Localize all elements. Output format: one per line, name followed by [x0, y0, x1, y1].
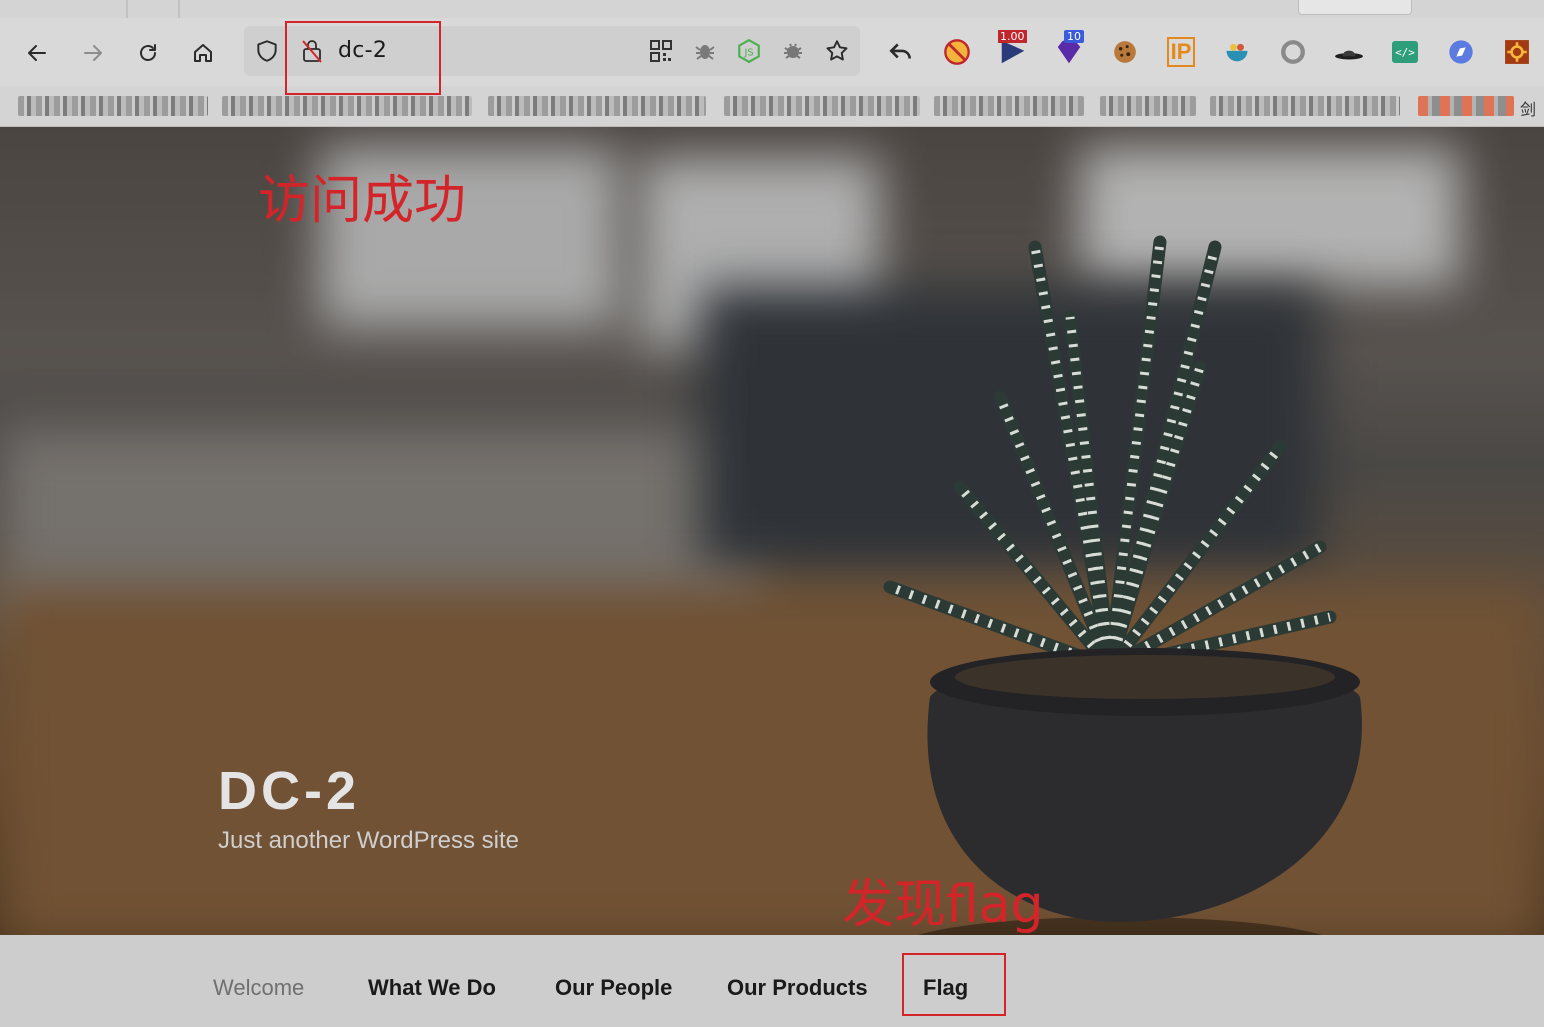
qr-code-icon[interactable]: [646, 36, 676, 66]
hat-extension-icon[interactable]: [1332, 34, 1366, 70]
gear-extension-icon[interactable]: [1500, 34, 1534, 70]
bookmark-item[interactable]: [724, 96, 920, 116]
bookmark-item[interactable]: [18, 96, 208, 116]
bug-icon[interactable]: [690, 36, 720, 66]
tab-strip: [0, 0, 1544, 18]
site-title[interactable]: DC-2: [218, 760, 360, 822]
svg-text:JS: JS: [743, 47, 753, 58]
cookie-extension-icon[interactable]: [1108, 34, 1142, 70]
home-icon: [194, 44, 212, 62]
address-annotation-box: [285, 21, 441, 95]
home-button[interactable]: [186, 36, 220, 70]
reload-button[interactable]: [131, 36, 165, 70]
back-button[interactable]: [20, 36, 54, 70]
gem-badge: 10: [1064, 30, 1084, 43]
flag-extension-icon[interactable]: 1.00: [996, 30, 1030, 70]
circle-extension-icon[interactable]: [1276, 34, 1310, 70]
reload-icon: [140, 44, 156, 61]
code-extension-icon[interactable]: </>: [1388, 34, 1422, 70]
access-success-annotation: 访问成功: [258, 171, 467, 231]
bookmark-item[interactable]: [1210, 96, 1400, 116]
menu-item-our-products[interactable]: Our Products: [727, 975, 868, 1001]
ip-extension-icon[interactable]: IP: [1164, 34, 1198, 70]
no-script-extension-icon[interactable]: [940, 34, 974, 70]
shield-icon[interactable]: [254, 38, 280, 64]
url-actions: JS: [646, 36, 852, 66]
found-flag-annotation: 发现flag: [842, 875, 1044, 935]
menu-item-welcome[interactable]: Welcome: [213, 975, 304, 1001]
back-arrow-icon: [28, 45, 46, 61]
menu-item-what-we-do[interactable]: What We Do: [368, 975, 496, 1001]
bookmark-item[interactable]: [1100, 96, 1196, 116]
bowl-extension-icon[interactable]: [1220, 34, 1254, 70]
bookmark-item[interactable]: [1418, 96, 1514, 116]
extensions-toolbar: 1.00 10 IP </>: [884, 30, 1534, 70]
forward-button[interactable]: [76, 36, 110, 70]
flag-annotation-box: [902, 953, 1006, 1016]
bookmark-item[interactable]: [222, 96, 472, 116]
compass-extension-icon[interactable]: [1444, 34, 1478, 70]
bookmark-text[interactable]: 剑: [1520, 96, 1536, 120]
bookmark-item[interactable]: [934, 96, 1084, 116]
debug-icon[interactable]: [778, 36, 808, 66]
tab-divider: [178, 0, 180, 18]
site-navigation-menu: Welcome What We Do Our People Our Produc…: [0, 935, 1544, 1027]
menu-item-our-people[interactable]: Our People: [555, 975, 672, 1001]
bookmark-item[interactable]: [488, 96, 706, 116]
navigation-toolbar: dc-2 JS 1.00 10 IP </>: [0, 18, 1544, 86]
undo-extension-icon[interactable]: [884, 34, 918, 70]
bookmarks-bar: 剑: [0, 86, 1544, 127]
forward-arrow-icon: [84, 45, 102, 61]
nodejs-icon[interactable]: JS: [734, 36, 764, 66]
hero-header-image: DC-2 Just another WordPress site: [0, 127, 1544, 935]
succulent-plant-illustration: [883, 235, 1362, 935]
tab-divider: [126, 0, 128, 18]
gem-extension-icon[interactable]: 10: [1052, 30, 1086, 70]
star-icon[interactable]: [822, 36, 852, 66]
active-tab[interactable]: [1298, 0, 1412, 15]
site-tagline: Just another WordPress site: [218, 827, 520, 854]
flag-badge: 1.00: [998, 30, 1027, 43]
